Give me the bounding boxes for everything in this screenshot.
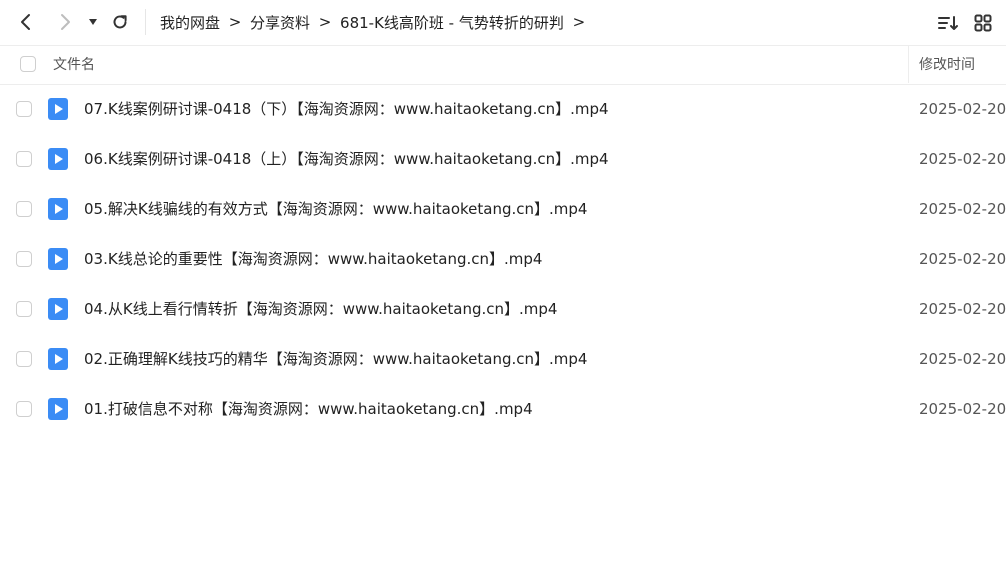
chevron-right-icon bbox=[61, 14, 70, 30]
toolbar-divider bbox=[145, 9, 146, 35]
video-file-icon bbox=[48, 398, 68, 420]
file-name[interactable]: 07.K线案例研讨课-0418（下）【海淘资源网：www.haitaoketan… bbox=[84, 84, 609, 134]
caret-down-icon bbox=[89, 19, 97, 25]
file-modified-time: 2025-02-20 bbox=[919, 200, 1006, 218]
file-row[interactable]: 02.正确理解K线技巧的精华【海淘资源网：www.haitaoketang.cn… bbox=[0, 334, 1006, 384]
forward-button[interactable] bbox=[51, 8, 79, 36]
breadcrumb-item-current-folder[interactable]: 681-K线高阶班 - 气势转折的研判 bbox=[340, 12, 564, 33]
file-name[interactable]: 04.从K线上看行情转折【海淘资源网：www.haitaoketang.cn】.… bbox=[84, 284, 557, 334]
file-list-header: 文件名 修改时间 bbox=[0, 45, 1006, 85]
breadcrumb-item-shared[interactable]: 分享资料 bbox=[250, 12, 310, 33]
video-file-icon bbox=[48, 348, 68, 370]
file-modified-time: 2025-02-20 bbox=[919, 300, 1006, 318]
row-checkbox[interactable] bbox=[16, 151, 32, 167]
file-modified-time: 2025-02-20 bbox=[919, 400, 1006, 418]
column-header-modified[interactable]: 修改时间 bbox=[919, 46, 975, 84]
file-name[interactable]: 01.打破信息不对称【海淘资源网：www.haitaoketang.cn】.mp… bbox=[84, 384, 533, 434]
row-checkbox[interactable] bbox=[16, 201, 32, 217]
video-file-icon bbox=[48, 98, 68, 120]
file-modified-time: 2025-02-20 bbox=[919, 350, 1006, 368]
file-modified-time: 2025-02-20 bbox=[919, 250, 1006, 268]
file-name[interactable]: 02.正确理解K线技巧的精华【海淘资源网：www.haitaoketang.cn… bbox=[84, 334, 587, 384]
sort-button[interactable] bbox=[935, 10, 961, 36]
breadcrumb: 我的网盘 > 分享资料 > 681-K线高阶班 - 气势转折的研判 > bbox=[160, 0, 594, 44]
file-row[interactable]: 01.打破信息不对称【海淘资源网：www.haitaoketang.cn】.mp… bbox=[0, 384, 1006, 434]
row-checkbox[interactable] bbox=[16, 351, 32, 367]
file-modified-time: 2025-02-20 bbox=[919, 150, 1006, 168]
file-row[interactable]: 07.K线案例研讨课-0418（下）【海淘资源网：www.haitaoketan… bbox=[0, 84, 1006, 134]
row-checkbox[interactable] bbox=[16, 401, 32, 417]
breadcrumb-separator: > bbox=[572, 13, 586, 31]
row-checkbox[interactable] bbox=[16, 101, 32, 117]
column-header-name[interactable]: 文件名 bbox=[53, 46, 95, 84]
file-row[interactable]: 03.K线总论的重要性【海淘资源网：www.haitaoketang.cn】.m… bbox=[0, 234, 1006, 284]
file-row[interactable]: 04.从K线上看行情转折【海淘资源网：www.haitaoketang.cn】.… bbox=[0, 284, 1006, 334]
file-row[interactable]: 06.K线案例研讨课-0418（上）【海淘资源网：www.haitaoketan… bbox=[0, 134, 1006, 184]
file-name[interactable]: 03.K线总论的重要性【海淘资源网：www.haitaoketang.cn】.m… bbox=[84, 234, 542, 284]
chevron-left-icon bbox=[21, 14, 30, 30]
grid-view-icon bbox=[974, 14, 992, 32]
select-all-checkbox[interactable] bbox=[20, 56, 36, 72]
back-button[interactable] bbox=[12, 8, 40, 36]
video-file-icon bbox=[48, 198, 68, 220]
video-file-icon bbox=[48, 248, 68, 270]
row-checkbox[interactable] bbox=[16, 301, 32, 317]
breadcrumb-separator: > bbox=[228, 13, 242, 31]
sort-icon bbox=[938, 16, 958, 30]
file-name[interactable]: 05.解决K线骗线的有效方式【海淘资源网：www.haitaoketang.cn… bbox=[84, 184, 587, 234]
file-name[interactable]: 06.K线案例研讨课-0418（上）【海淘资源网：www.haitaoketan… bbox=[84, 134, 609, 184]
video-file-icon bbox=[48, 298, 68, 320]
breadcrumb-item-my-drive[interactable]: 我的网盘 bbox=[160, 12, 220, 33]
refresh-icon bbox=[113, 15, 127, 29]
row-checkbox[interactable] bbox=[16, 251, 32, 267]
toolbar: 我的网盘 > 分享资料 > 681-K线高阶班 - 气势转折的研判 > bbox=[0, 0, 1006, 44]
video-file-icon bbox=[48, 148, 68, 170]
file-modified-time: 2025-02-20 bbox=[919, 100, 1006, 118]
refresh-button[interactable] bbox=[106, 8, 134, 36]
breadcrumb-separator: > bbox=[318, 13, 332, 31]
history-dropdown-button[interactable] bbox=[80, 8, 106, 36]
grid-view-button[interactable] bbox=[970, 10, 996, 36]
column-resize-handle[interactable] bbox=[908, 45, 909, 83]
file-row[interactable]: 05.解决K线骗线的有效方式【海淘资源网：www.haitaoketang.cn… bbox=[0, 184, 1006, 234]
